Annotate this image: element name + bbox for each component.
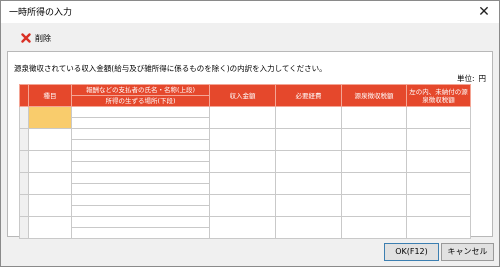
header-income: 収入金額 bbox=[209, 84, 276, 107]
expenses-cell[interactable] bbox=[275, 172, 342, 195]
payer-cell[interactable] bbox=[71, 216, 210, 228]
unpaid-withholding-cell[interactable] bbox=[406, 106, 471, 129]
ok-button[interactable]: OK(F12) bbox=[384, 243, 439, 261]
row-header[interactable] bbox=[19, 216, 29, 239]
unit-indicator: 単位: 円 bbox=[457, 73, 486, 84]
unpaid-withholding-cell[interactable] bbox=[406, 194, 471, 217]
payer-cell[interactable] bbox=[71, 172, 210, 184]
payer-cell[interactable] bbox=[71, 128, 210, 140]
withholding-cell[interactable] bbox=[341, 106, 407, 129]
expenses-cell[interactable] bbox=[275, 216, 342, 239]
instruction-text: 源泉徴収されている収入金額(給与及び雑所得に係るものを除く)の内訳を入力してくだ… bbox=[14, 64, 327, 73]
unpaid-withholding-cell[interactable] bbox=[406, 216, 471, 239]
kind-cell[interactable] bbox=[28, 216, 72, 239]
income-cell[interactable] bbox=[209, 216, 276, 239]
place-cell[interactable] bbox=[71, 183, 210, 195]
header-unpaid-withholding: 左の内、未納付の源泉徴収税額 bbox=[406, 84, 471, 107]
kind-cell-selected[interactable] bbox=[28, 106, 72, 129]
header-expenses: 必要経費 bbox=[275, 84, 342, 107]
income-cell[interactable] bbox=[209, 106, 276, 129]
place-cell[interactable] bbox=[71, 227, 210, 239]
expenses-cell[interactable] bbox=[275, 194, 342, 217]
kind-cell[interactable] bbox=[28, 172, 72, 195]
place-cell[interactable] bbox=[71, 117, 210, 129]
expenses-cell[interactable] bbox=[275, 150, 342, 173]
withholding-cell[interactable] bbox=[341, 216, 407, 239]
delete-button[interactable]: 削除 bbox=[21, 31, 51, 45]
kind-cell[interactable] bbox=[28, 128, 72, 151]
expenses-cell[interactable] bbox=[275, 106, 342, 129]
income-cell[interactable] bbox=[209, 128, 276, 151]
delete-label: 削除 bbox=[35, 33, 51, 43]
income-cell[interactable] bbox=[209, 194, 276, 217]
payer-cell[interactable] bbox=[71, 150, 210, 162]
close-button[interactable]: ✕ bbox=[475, 3, 493, 21]
cancel-button[interactable]: キャンセル bbox=[441, 243, 494, 261]
expenses-cell[interactable] bbox=[275, 128, 342, 151]
row-header[interactable] bbox=[19, 106, 29, 129]
kind-cell[interactable] bbox=[28, 194, 72, 217]
row-header[interactable] bbox=[19, 194, 29, 217]
unit-value: 円 bbox=[478, 74, 487, 83]
unit-label: 単位: bbox=[456, 74, 475, 83]
withholding-cell[interactable] bbox=[341, 194, 407, 217]
header-kind: 種目 bbox=[28, 84, 72, 107]
payer-cell[interactable] bbox=[71, 106, 210, 118]
row-header-corner bbox=[19, 84, 29, 107]
header-withholding: 源泉徴収税額 bbox=[341, 84, 407, 107]
place-cell[interactable] bbox=[71, 161, 210, 173]
header-place: 所得の生ずる場所(下段) bbox=[71, 95, 210, 107]
withholding-cell[interactable] bbox=[341, 172, 407, 195]
income-cell[interactable] bbox=[209, 172, 276, 195]
toolbar: 削除 bbox=[1, 23, 499, 50]
header-payer: 報酬などの支払者の氏名・名称(上段) bbox=[71, 84, 210, 96]
row-header[interactable] bbox=[19, 128, 29, 151]
place-cell[interactable] bbox=[71, 139, 210, 151]
unpaid-withholding-cell[interactable] bbox=[406, 172, 471, 195]
payer-cell[interactable] bbox=[71, 194, 210, 206]
withholding-cell[interactable] bbox=[341, 128, 407, 151]
kind-cell[interactable] bbox=[28, 150, 72, 173]
income-grid: 種目 報酬などの支払者の氏名・名称(上段) 収入金額 必要経費 源泉徴収税額 左… bbox=[19, 84, 471, 239]
place-cell[interactable] bbox=[71, 205, 210, 217]
window-title: 一時所得の入力 bbox=[9, 8, 73, 18]
title-bar: 一時所得の入力 ✕ bbox=[1, 1, 499, 23]
red-x-icon bbox=[21, 33, 31, 43]
row-header[interactable] bbox=[19, 150, 29, 173]
withholding-cell[interactable] bbox=[341, 150, 407, 173]
unpaid-withholding-cell[interactable] bbox=[406, 128, 471, 151]
income-cell[interactable] bbox=[209, 150, 276, 173]
unpaid-withholding-cell[interactable] bbox=[406, 150, 471, 173]
row-header[interactable] bbox=[19, 172, 29, 195]
